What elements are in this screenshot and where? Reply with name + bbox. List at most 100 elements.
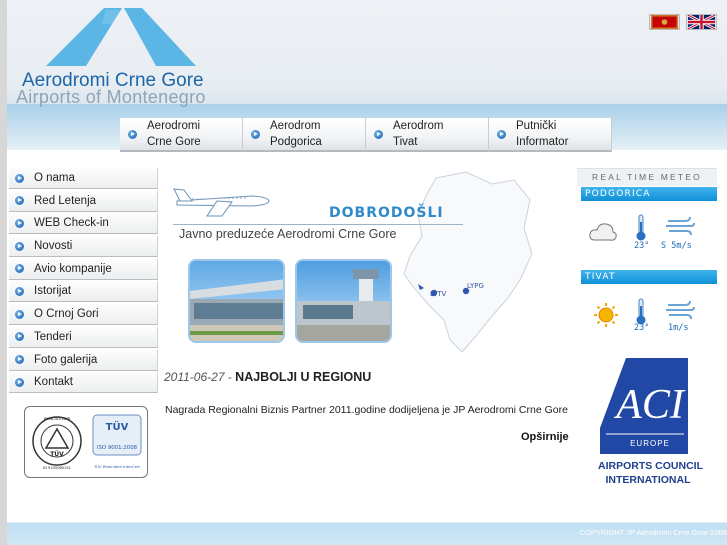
- arrow-bullet-icon: [251, 129, 260, 139]
- welcome-title: DOBRODOŠLI: [329, 205, 444, 221]
- aci-name-line-1: AIRPORTS COUNCIL: [598, 460, 703, 472]
- menu-label: O nama: [34, 172, 75, 184]
- menu-label: Foto galerija: [34, 353, 98, 366]
- svg-text:ACI: ACI: [613, 382, 686, 428]
- airport-runway-logo-icon: [46, 8, 196, 66]
- arrow-bullet-icon: [15, 264, 24, 274]
- site-logo[interactable]: Aerodromi Crne Gore Airports of Monteneg…: [16, 8, 236, 107]
- page: Aerodromi Crne Gore Airports of Monteneg…: [0, 0, 727, 545]
- meteo-panel: REAL TIME METEO PODGORICA 23° S 5m/s TIV…: [577, 168, 717, 340]
- sunny-icon: [594, 303, 618, 327]
- news-title[interactable]: NAJBOLJI U REGIONU: [235, 370, 371, 384]
- menu-label: Istorijat: [34, 285, 72, 298]
- news-body: Nagrada Regionalni Biznis Partner 2011.g…: [165, 404, 568, 416]
- menu-label: WEB Check-in: [34, 217, 109, 230]
- menu-label: Avio kompanije: [34, 262, 112, 275]
- menu-label: Kontakt: [34, 376, 73, 389]
- topnav-label: Putnički Informator: [516, 120, 569, 148]
- map-airports-markers: [418, 284, 470, 297]
- arrow-bullet-icon: [15, 309, 24, 319]
- tuv-right-brand: TÜV: [106, 419, 129, 433]
- tivat-temperature: 23°: [634, 323, 650, 333]
- tuv-seal-icon: TÜV www.tuv.com ID 9105060151: [32, 416, 82, 470]
- footer: COPYRIGHT JP Aerodromi Crne Gore 2008: [7, 522, 727, 545]
- tuv-left-url: www.tuv.com: [44, 416, 71, 421]
- arrow-bullet-icon: [15, 218, 24, 228]
- menu-item-red-letenja[interactable]: Red Letenja: [9, 190, 158, 212]
- map-label-lypg: LYPG: [467, 282, 484, 290]
- arrow-bullet-icon: [497, 129, 506, 139]
- tuv-left-id: ID 9105060151: [43, 466, 71, 470]
- menu-item-istorijat[interactable]: Istorijat: [9, 281, 158, 303]
- topnav-aerodromi-crne-gore[interactable]: Aerodromi Crne Gore: [120, 118, 243, 152]
- cloudy-icon: [589, 223, 617, 241]
- podgorica-temperature: 23°: [634, 241, 650, 251]
- welcome-divider: [173, 224, 463, 225]
- menu-item-novosti[interactable]: Novosti: [9, 236, 158, 258]
- news-header: 2011-06-27 - NAJBOLJI U REGIONU: [164, 370, 371, 384]
- aci-emblem-icon: ACI EUROPE: [600, 358, 688, 454]
- topnav-label: Aerodrom Tivat: [393, 120, 444, 148]
- left-edge-strip: [0, 0, 7, 545]
- thermometer-icon: [636, 298, 646, 325]
- arrow-bullet-icon: [15, 241, 24, 251]
- meteo-city-tivat: TIVAT: [581, 270, 717, 284]
- uk-flag-icon[interactable]: [686, 14, 717, 30]
- montenegro-map: [403, 171, 533, 353]
- airport-terminal-image: [190, 261, 283, 341]
- menu-item-avio-kompanije[interactable]: Avio kompanije: [9, 258, 158, 280]
- menu-item-kontakt[interactable]: Kontakt: [9, 372, 158, 394]
- topnav-label: Aerodromi Crne Gore: [147, 120, 201, 148]
- wind-icon: [666, 216, 695, 236]
- topnav-aerodrom-tivat[interactable]: Aerodrom Tivat: [366, 118, 489, 152]
- arrow-bullet-icon: [128, 129, 137, 139]
- menu-item-web-check-in[interactable]: WEB Check-in: [9, 213, 158, 235]
- logo-subtitle: Airports of Montenegro: [16, 87, 206, 107]
- meteo-city-podgorica: PODGORICA: [581, 187, 717, 201]
- wind-icon: [666, 300, 695, 320]
- podgorica-airport-photo[interactable]: [188, 259, 285, 343]
- menu-label: Novosti: [34, 240, 73, 253]
- arrow-bullet-icon: [15, 286, 24, 296]
- tuv-iso-certificate-icon: TÜV ISO 9001:2008 TÜV Rheinland InterCer…: [92, 414, 142, 469]
- aci-name-line-2: INTERNATIONAL: [605, 474, 691, 486]
- arrow-bullet-icon: [15, 332, 24, 342]
- topnav-putnicki-informator[interactable]: Putnički Informator: [489, 118, 612, 152]
- welcome-subtitle: Javno preduzeće Aerodromi Crne Gore: [179, 227, 397, 241]
- menu-item-o-nama[interactable]: O nama: [9, 168, 158, 189]
- arrow-bullet-icon: [15, 377, 24, 387]
- certification-badges: TÜV www.tuv.com ID 9105060151 TÜV ISO 90…: [24, 406, 148, 478]
- aci-europe-logo[interactable]: ACI EUROPE AIRPORTS COUNCIL INTERNATIONA…: [598, 358, 703, 488]
- aci-europe-label: EUROPE: [630, 439, 670, 448]
- arrow-bullet-icon: [15, 355, 24, 364]
- language-switcher: [649, 14, 717, 30]
- thermometer-icon: [636, 214, 646, 241]
- menu-label: Red Letenja: [34, 194, 97, 207]
- montenegro-flag-icon[interactable]: [649, 14, 680, 30]
- menu-label: Tenderi: [34, 330, 72, 343]
- tuv-right-issuer: TÜV Rheinland InterCert: [93, 464, 141, 469]
- tivat-wind: 1m/s: [668, 323, 689, 333]
- menu-item-tenderi[interactable]: Tenderi: [9, 326, 158, 348]
- menu-item-foto-galerija[interactable]: Foto galerija: [9, 349, 158, 371]
- copyright-text: COPYRIGHT JP Aerodromi Crne Gore 2008: [579, 528, 727, 537]
- map-label-lytv: LYTV: [430, 290, 447, 298]
- topnav-aerodrom-podgorica[interactable]: Aerodrom Podgorica: [243, 118, 366, 152]
- topnav-label: Aerodrom Podgorica: [270, 120, 322, 148]
- left-menu: O nama Red Letenja WEB Check-in Novosti …: [9, 168, 158, 395]
- tivat-airport-photo[interactable]: [295, 259, 392, 343]
- menu-label: O Crnoj Gori: [34, 308, 99, 321]
- news-date: 2011-06-27: [164, 370, 225, 384]
- meteo-heading: REAL TIME METEO: [577, 168, 717, 186]
- podgorica-wind: S 5m/s: [661, 241, 692, 251]
- tuv-right-cert: ISO 9001:2008: [97, 445, 138, 451]
- airplane-icon: [173, 188, 270, 217]
- arrow-bullet-icon: [374, 129, 383, 139]
- top-navigation: Aerodromi Crne Gore Aerodrom Podgorica A…: [120, 118, 612, 152]
- arrow-bullet-icon: [15, 173, 24, 183]
- read-more-link[interactable]: Opširnije: [521, 431, 569, 443]
- arrow-bullet-icon: [15, 196, 24, 206]
- news-separator: -: [224, 370, 236, 384]
- tuv-left-brand: TÜV: [50, 451, 64, 458]
- menu-item-o-crnoj-gori[interactable]: O Crnoj Gori: [9, 304, 158, 326]
